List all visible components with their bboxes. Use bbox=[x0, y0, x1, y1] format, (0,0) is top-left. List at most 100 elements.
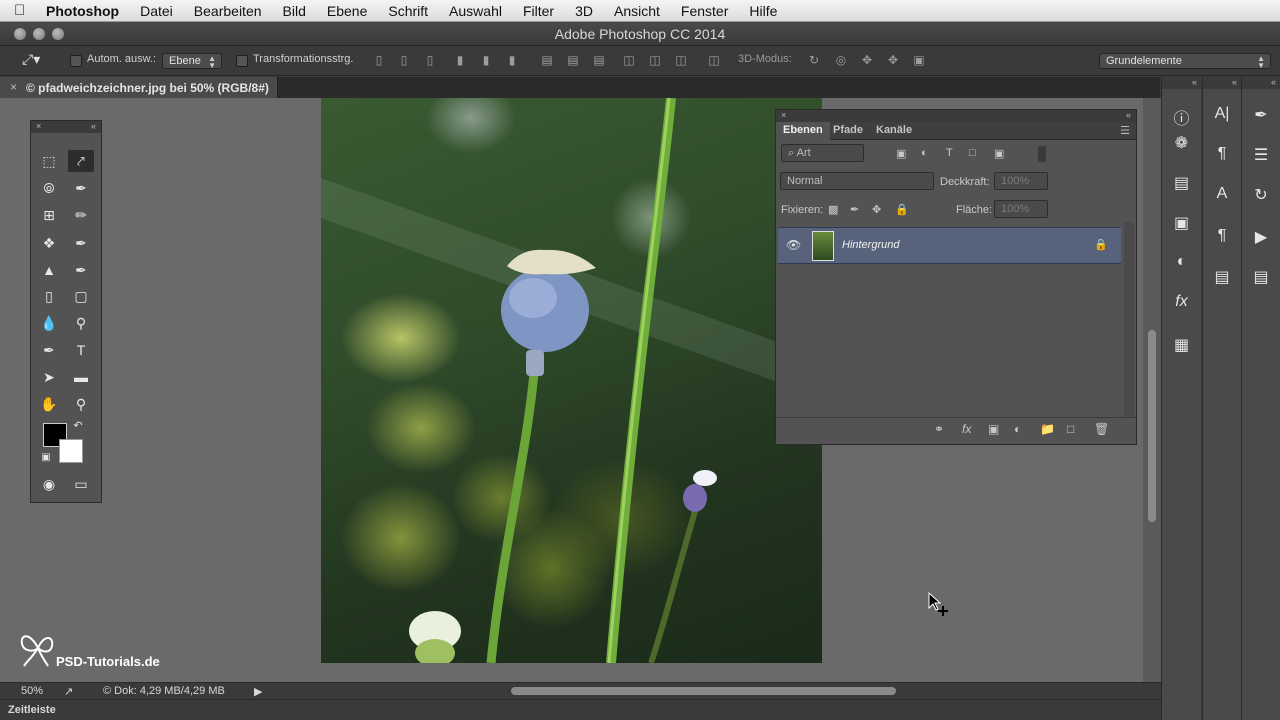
vertical-scroll-thumb[interactable] bbox=[1148, 330, 1156, 522]
background-color-swatch[interactable] bbox=[59, 439, 83, 463]
menu-3d[interactable]: 3D bbox=[575, 3, 593, 19]
tab-kanaele[interactable]: Kanäle bbox=[869, 122, 919, 140]
close-window-button[interactable] bbox=[14, 28, 26, 40]
3d-pan-icon[interactable]: ✥ bbox=[860, 53, 874, 67]
brush-tool-icon[interactable]: ✒ bbox=[68, 232, 94, 254]
eyedropper-tool-icon[interactable]: ✏ bbox=[68, 204, 94, 226]
auto-align-icon[interactable]: ◫ bbox=[707, 53, 721, 67]
close-panel-icon[interactable]: × bbox=[36, 121, 41, 131]
marquee-tool-icon[interactable]: ⬚ bbox=[36, 150, 62, 172]
layer-name[interactable]: Hintergrund bbox=[842, 239, 899, 251]
actions-play-icon[interactable]: ▶ bbox=[1242, 227, 1280, 247]
fill-field[interactable]: 100% bbox=[994, 200, 1048, 218]
dock-collapse-icon[interactable]: « bbox=[1242, 77, 1280, 89]
fx-icon[interactable]: fx bbox=[962, 422, 971, 436]
menu-ebene[interactable]: Ebene bbox=[327, 3, 367, 19]
adjustment-layer-icon[interactable]: ◐ bbox=[1014, 422, 1021, 436]
dock-collapse-icon[interactable]: « bbox=[1162, 77, 1201, 89]
status-menu-arrow-icon[interactable]: ▶ bbox=[254, 685, 262, 698]
styles-icon[interactable]: fx bbox=[1162, 293, 1201, 311]
menu-schrift[interactable]: Schrift bbox=[388, 3, 428, 19]
paragraph-icon[interactable]: ¶ bbox=[1203, 145, 1241, 163]
menu-fenster[interactable]: Fenster bbox=[681, 3, 728, 19]
character-icon[interactable]: A| bbox=[1203, 105, 1241, 123]
menu-ansicht[interactable]: Ansicht bbox=[614, 3, 660, 19]
distribute-vcenter-icon[interactable]: ▤ bbox=[566, 53, 580, 67]
minimize-window-button[interactable] bbox=[33, 28, 45, 40]
lock-all-icon[interactable]: 🔒 bbox=[895, 203, 909, 216]
align-bottom-icon[interactable]: ▯ bbox=[423, 53, 437, 67]
distribute-left-icon[interactable]: ◫ bbox=[622, 53, 636, 67]
zoom-window-button[interactable] bbox=[52, 28, 64, 40]
quick-selection-tool-icon[interactable]: ✒ bbox=[68, 177, 94, 199]
info-icon[interactable]: ⓘ bbox=[1162, 105, 1201, 129]
collapse-panel-icon[interactable]: « bbox=[1126, 110, 1131, 120]
close-panel-icon[interactable]: × bbox=[781, 110, 786, 120]
tools-panel-header[interactable]: × « bbox=[31, 121, 101, 133]
menu-photoshop[interactable]: Photoshop bbox=[46, 3, 119, 19]
new-group-icon[interactable]: 📁 bbox=[1040, 422, 1055, 436]
quick-mask-icon[interactable]: ◉ bbox=[36, 473, 62, 495]
tab-ebenen[interactable]: Ebenen bbox=[776, 122, 830, 140]
timeline-panel-tab[interactable]: Zeitleiste bbox=[0, 699, 1161, 720]
distribute-right-icon[interactable]: ◫ bbox=[674, 53, 688, 67]
distribute-bottom-icon[interactable]: ▤ bbox=[592, 53, 606, 67]
distribute-top-icon[interactable]: ▤ bbox=[540, 53, 554, 67]
menu-bild[interactable]: Bild bbox=[283, 3, 306, 19]
horizontal-scroll-thumb[interactable] bbox=[511, 687, 896, 695]
align-left-icon[interactable]: ▮ bbox=[453, 53, 467, 67]
lock-pixels-icon[interactable]: ✒ bbox=[850, 203, 859, 216]
lasso-tool-icon[interactable]: ⦾ bbox=[36, 177, 62, 199]
notes-icon[interactable]: ▤ bbox=[1203, 267, 1241, 287]
blur-tool-icon[interactable]: 💧 bbox=[36, 312, 62, 334]
close-document-icon[interactable]: × bbox=[10, 80, 17, 94]
filter-smart-object-icon[interactable]: ▣ bbox=[994, 147, 1004, 160]
tab-pfade[interactable]: Pfade bbox=[826, 122, 870, 140]
clone-stamp-tool-icon[interactable]: ▲ bbox=[36, 259, 62, 281]
3d-slide-icon[interactable]: ✥ bbox=[886, 53, 900, 67]
new-layer-icon[interactable]: □ bbox=[1067, 422, 1074, 436]
zoom-tool-icon[interactable]: ⚲ bbox=[68, 393, 94, 415]
align-right-icon[interactable]: ▮ bbox=[505, 53, 519, 67]
workspace-dropdown[interactable]: Grundelemente ▲ ▼ bbox=[1099, 53, 1271, 70]
filter-shape-icon[interactable]: □ bbox=[969, 147, 976, 159]
brush-presets-icon[interactable]: ✒ bbox=[1242, 105, 1280, 125]
lock-transparent-icon[interactable]: ▩ bbox=[828, 203, 838, 216]
add-mask-icon[interactable]: ▣ bbox=[988, 422, 999, 436]
link-layers-icon[interactable]: ⚭ bbox=[934, 422, 944, 436]
collapse-panel-icon[interactable]: « bbox=[91, 121, 96, 131]
export-icon[interactable]: ↗ bbox=[64, 685, 73, 698]
hand-tool-icon[interactable]: ✋ bbox=[36, 393, 62, 415]
menu-auswahl[interactable]: Auswahl bbox=[449, 3, 502, 19]
opacity-field[interactable]: 100% bbox=[994, 172, 1048, 190]
lock-position-icon[interactable]: ✥ bbox=[872, 203, 881, 216]
blend-mode-dropdown[interactable]: Normal bbox=[780, 172, 934, 190]
gradient-tool-icon[interactable]: ▢ bbox=[68, 285, 94, 307]
3d-scale-icon[interactable]: ▣ bbox=[912, 53, 926, 67]
auto-select-dropdown[interactable]: Ebene ▲ ▼ bbox=[162, 53, 222, 70]
image-canvas[interactable] bbox=[321, 98, 822, 663]
move-tool-icon[interactable]: ⤤ bbox=[68, 150, 94, 172]
3d-rotate-icon[interactable]: ↻ bbox=[807, 53, 821, 67]
paragraph-styles-icon[interactable]: ¶ bbox=[1203, 227, 1241, 245]
layers-panel-header[interactable]: × « bbox=[776, 110, 1136, 122]
history-icon[interactable]: ▤ bbox=[1242, 267, 1280, 287]
filter-type-icon[interactable]: T bbox=[946, 147, 953, 159]
adjustments-icon[interactable]: ◐ bbox=[1162, 253, 1201, 271]
layer-row[interactable]: 👁 Hintergrund 🔒 bbox=[778, 227, 1121, 264]
swap-colors-icon[interactable]: ↶ bbox=[68, 415, 88, 437]
menu-hilfe[interactable]: Hilfe bbox=[749, 3, 777, 19]
properties-icon[interactable]: ▣ bbox=[1162, 213, 1201, 233]
brush-settings-icon[interactable]: ☰ bbox=[1242, 145, 1280, 165]
type-tool-icon[interactable]: T bbox=[68, 339, 94, 361]
filter-toggle[interactable] bbox=[1038, 146, 1046, 162]
rectangle-tool-icon[interactable]: ▬ bbox=[68, 366, 94, 388]
document-tab[interactable]: × © pfadweichzeichner.jpg bei 50% (RGB/8… bbox=[0, 77, 278, 98]
align-hcenter-icon[interactable]: ▮ bbox=[479, 53, 493, 67]
pen-tool-icon[interactable]: ✒ bbox=[36, 339, 62, 361]
history-brush-tool-icon[interactable]: ✒ bbox=[68, 259, 94, 281]
delete-layer-icon[interactable]: 🗑 bbox=[1094, 422, 1109, 436]
align-vcenter-icon[interactable]: ▯ bbox=[397, 53, 411, 67]
crop-tool-icon[interactable]: ⊞ bbox=[36, 204, 62, 226]
eraser-tool-icon[interactable]: ▯ bbox=[36, 285, 62, 307]
